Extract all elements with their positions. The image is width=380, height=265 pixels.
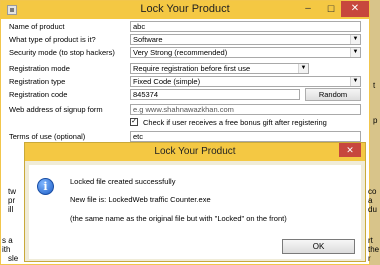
bg-text-fragment: ith xyxy=(2,245,11,254)
reg-type-label: Registration type xyxy=(9,77,66,86)
bg-text-fragment: du xyxy=(368,205,377,214)
bonus-gift-label: Check if user receives a free bonus gift… xyxy=(143,118,327,127)
bg-text-fragment: tw xyxy=(8,187,16,196)
bg-text-fragment: a xyxy=(368,196,373,205)
close-button[interactable]: ✕ xyxy=(341,1,369,17)
dialog-body: i Locked file created successfully New f… xyxy=(29,165,361,259)
web-label: Web address of signup form xyxy=(9,105,103,114)
row-check: ✓ Check if user receives a free bonus gi… xyxy=(1,117,369,128)
chevron-down-icon[interactable]: ▼ xyxy=(298,64,308,73)
row-terms: Terms of use (optional) etc xyxy=(1,131,369,142)
maximize-button[interactable]: ☐ xyxy=(321,1,341,17)
security-select[interactable]: Very Strong (recommended) ▼ xyxy=(130,47,361,58)
dialog-message-line-3: (the same name as the original file but … xyxy=(70,214,287,223)
type-select[interactable]: Software ▼ xyxy=(130,34,361,45)
name-input[interactable]: abc xyxy=(130,21,361,32)
reg-mode-label: Registration mode xyxy=(9,64,70,73)
message-dialog: Lock Your Product ✕ i Locked file create… xyxy=(24,142,366,262)
titlebar: Lock Your Product – ☐ ✕ xyxy=(1,1,369,19)
terms-label: Terms of use (optional) xyxy=(9,132,86,141)
bg-text-fragment: s a xyxy=(2,236,13,245)
reg-type-select[interactable]: Fixed Code (simple) ▼ xyxy=(130,76,361,87)
row-reg-mode: Registration mode Require registration b… xyxy=(1,63,369,74)
form-area: Name of product abc What type of product… xyxy=(1,19,369,159)
bg-text-fragment: p xyxy=(373,116,378,125)
name-label: Name of product xyxy=(9,22,65,31)
type-label: What type of product is it? xyxy=(9,35,96,44)
bg-text-fragment: the xyxy=(368,245,380,254)
bg-text-fragment: t xyxy=(373,81,376,90)
row-name: Name of product abc xyxy=(1,21,369,32)
bg-text-fragment: sle xyxy=(8,254,19,263)
type-select-value: Software xyxy=(133,35,163,44)
bg-text-fragment: pr xyxy=(8,196,16,205)
web-address-input[interactable]: e.g www.shahnawazkhan.com xyxy=(130,104,361,115)
row-type: What type of product is it? Software ▼ xyxy=(1,34,369,45)
chevron-down-icon[interactable]: ▼ xyxy=(350,77,360,86)
dialog-message-line-2: New file is: LockedWeb traffic Counter.e… xyxy=(70,195,211,204)
security-label: Security mode (to stop hackers) xyxy=(9,48,115,57)
bonus-gift-checkbox[interactable]: ✓ xyxy=(130,118,138,126)
minimize-button[interactable]: – xyxy=(299,1,317,17)
screen: Lock Your Product – ☐ ✕ Name of product … xyxy=(0,0,380,265)
bg-text-fragment: ill xyxy=(8,205,14,214)
row-reg-type: Registration type Fixed Code (simple) ▼ xyxy=(1,76,369,87)
info-icon: i xyxy=(37,178,54,195)
row-security: Security mode (to stop hackers) Very Str… xyxy=(1,47,369,58)
reg-type-select-value: Fixed Code (simple) xyxy=(133,77,201,86)
bg-text-fragment: r xyxy=(368,254,371,263)
reg-code-label: Registration code xyxy=(9,90,68,99)
chevron-down-icon[interactable]: ▼ xyxy=(350,35,360,44)
security-select-value: Very Strong (recommended) xyxy=(133,48,228,57)
dialog-message-line-1: Locked file created successfully xyxy=(70,177,176,186)
dialog-title: Lock Your Product xyxy=(154,146,236,157)
chevron-down-icon[interactable]: ▼ xyxy=(350,48,360,57)
bg-text-fragment: rt xyxy=(368,236,373,245)
random-button[interactable]: Random xyxy=(305,88,361,101)
reg-mode-select[interactable]: Require registration before first use ▼ xyxy=(130,63,309,74)
dialog-close-button[interactable]: ✕ xyxy=(339,143,361,157)
reg-code-input[interactable]: 845374 xyxy=(130,89,300,100)
dialog-titlebar: Lock Your Product ✕ xyxy=(25,143,365,161)
reg-mode-select-value: Require registration before first use xyxy=(133,64,251,73)
bg-text-fragment: co xyxy=(368,187,377,196)
row-reg-code: Registration code 845374 Random xyxy=(1,88,369,101)
row-web: Web address of signup form e.g www.shahn… xyxy=(1,104,369,115)
ok-button[interactable]: OK xyxy=(282,239,355,254)
terms-input[interactable]: etc xyxy=(130,131,361,142)
